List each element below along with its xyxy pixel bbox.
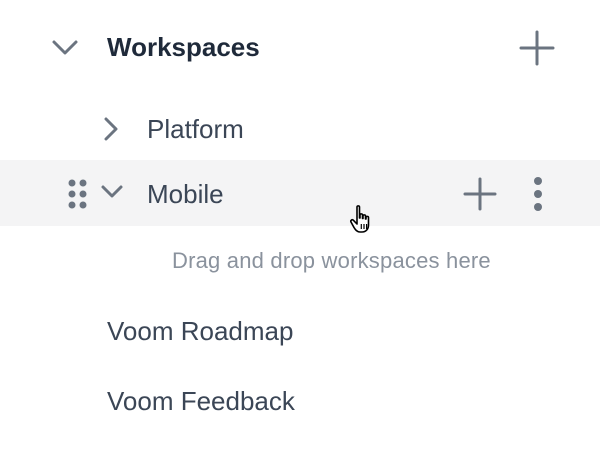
workspace-label[interactable]: Mobile — [147, 181, 224, 207]
chevron-down-icon[interactable] — [100, 182, 124, 202]
drop-zone-hint[interactable]: Drag and drop workspaces here — [172, 250, 491, 272]
workspaces-panel: Workspaces Platform Mobile Drag and drop… — [0, 0, 600, 450]
plus-icon — [519, 30, 555, 66]
workspace-item-voom-feedback[interactable]: Voom Feedback — [107, 388, 295, 414]
workspace-item-mobile[interactable]: Mobile — [0, 160, 600, 226]
workspace-item-platform[interactable]: Platform — [0, 100, 600, 160]
add-workspace-button[interactable] — [517, 28, 557, 68]
workspaces-header[interactable]: Workspaces — [0, 20, 600, 76]
hand-pointer-icon — [349, 204, 379, 236]
add-subworkspace-button[interactable] — [462, 176, 498, 212]
chevron-right-icon[interactable] — [100, 116, 122, 142]
chevron-down-icon[interactable] — [48, 34, 82, 60]
workspace-label[interactable]: Platform — [147, 116, 244, 142]
drag-handle-icon[interactable] — [67, 178, 89, 210]
more-vertical-icon[interactable] — [528, 176, 548, 212]
workspaces-title[interactable]: Workspaces — [107, 34, 260, 60]
plus-icon — [463, 177, 497, 211]
workspace-item-voom-roadmap[interactable]: Voom Roadmap — [107, 318, 293, 344]
